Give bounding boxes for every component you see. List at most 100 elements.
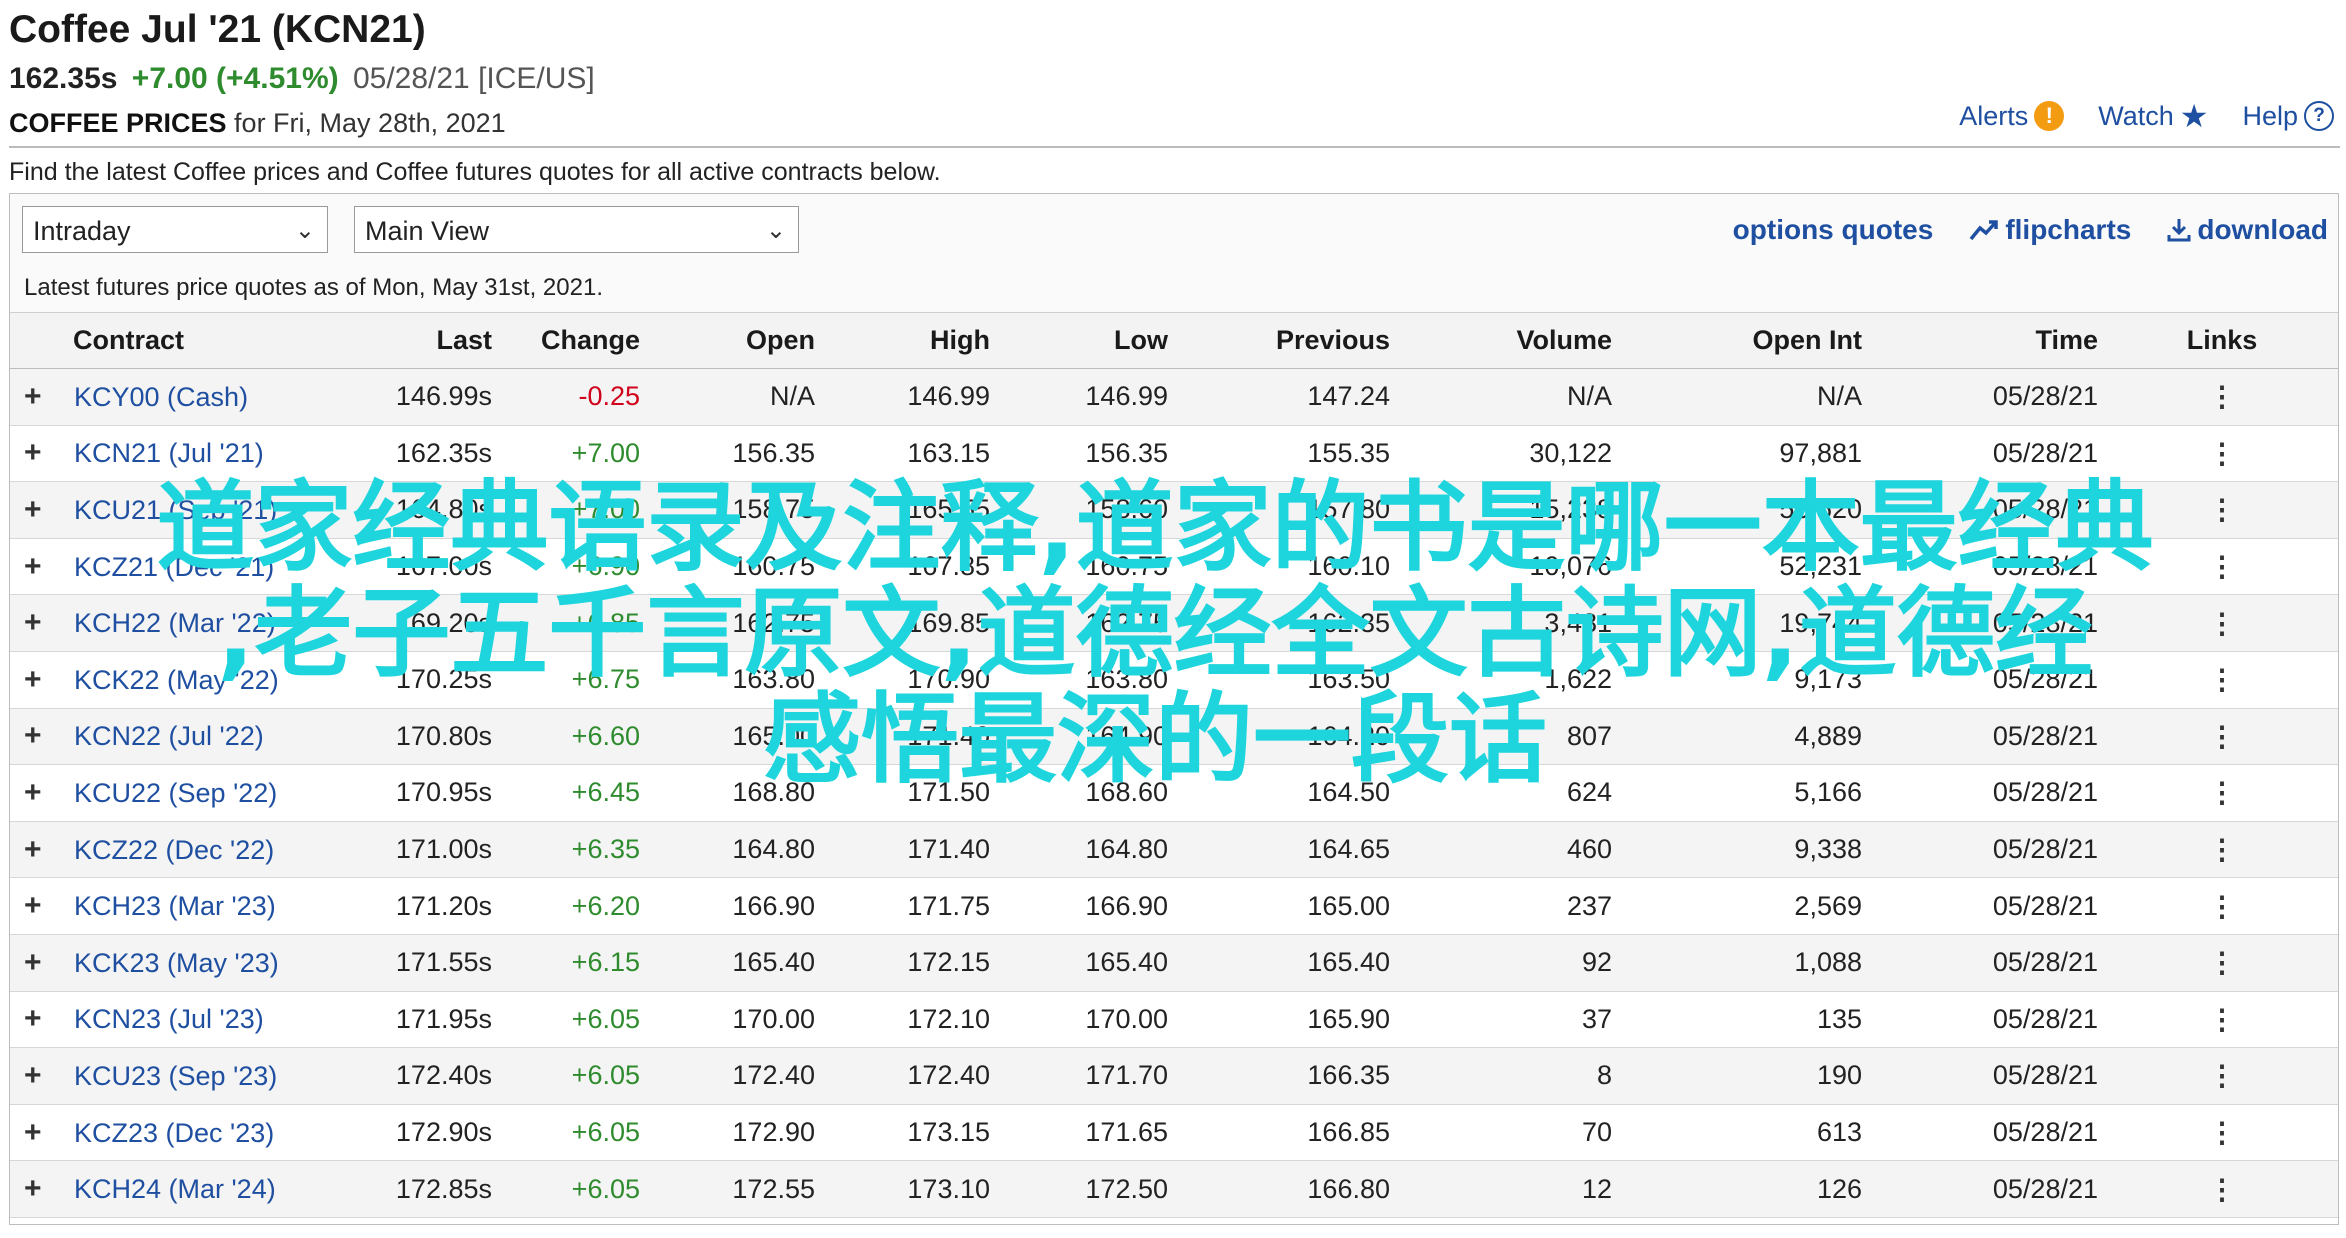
view-select[interactable]: Main View ⌄ <box>354 206 799 253</box>
watch-link[interactable]: Watch ★ <box>2098 100 2208 132</box>
more-options-icon[interactable]: ⋮ <box>2208 381 2236 412</box>
low-cell: 166.90 <box>998 877 1176 935</box>
open-int-cell: 613 <box>1620 1104 1870 1162</box>
low-cell: 146.99 <box>998 368 1176 426</box>
col-volume[interactable]: Volume <box>1398 313 1620 369</box>
open-cell: 170.00 <box>648 991 823 1049</box>
previous-cell: 166.80 <box>1176 1160 1398 1218</box>
contract-link[interactable]: KCN21 (Jul '21) <box>74 438 264 468</box>
high-cell: 173.10 <box>823 1160 998 1218</box>
links-cell: ⋮ <box>2106 821 2338 879</box>
quote-summary: 162.35s +7.00 (+4.51%) 05/28/21 [ICE/US] <box>9 62 595 96</box>
more-options-icon[interactable]: ⋮ <box>2208 1174 2236 1205</box>
last-cell: 172.40s <box>270 1047 500 1105</box>
more-options-icon[interactable]: ⋮ <box>2208 834 2236 865</box>
contract-link[interactable]: KCY00 (Cash) <box>74 382 248 412</box>
low-cell: 171.70 <box>998 1047 1176 1105</box>
divider <box>9 146 2340 148</box>
download-icon <box>2167 219 2191 242</box>
contract-link[interactable]: KCK23 (May '23) <box>74 948 279 978</box>
options-quotes-link[interactable]: options quotes <box>1733 214 1934 246</box>
contract-cell: + KCZ23 (Dec '23) <box>10 1104 274 1162</box>
flipcharts-link[interactable]: flipcharts <box>1969 214 2131 246</box>
volume-cell: 237 <box>1398 877 1620 935</box>
prices-heading: COFFEE PRICES for Fri, May 28th, 2021 <box>9 108 506 139</box>
previous-cell: 166.85 <box>1176 1104 1398 1162</box>
contract-cell: + KCZ22 (Dec '22) <box>10 821 274 879</box>
table-row: + KCH23 (Mar '23) 171.20s +6.20 166.90 171.75… <box>10 877 2338 935</box>
contract-link[interactable]: KCZ22 (Dec '22) <box>74 835 274 865</box>
col-change[interactable]: Change <box>500 313 648 369</box>
interval-select[interactable]: Intraday ⌄ <box>22 206 328 253</box>
overlay-line-2: ,老子五千言原文,道德经全文古诗网,道德经 <box>217 577 2093 691</box>
expand-plus-icon[interactable]: + <box>24 1002 52 1036</box>
more-options-icon[interactable]: ⋮ <box>2208 1117 2236 1148</box>
star-icon: ★ <box>2179 98 2209 134</box>
col-last[interactable]: Last <box>270 313 500 369</box>
more-options-icon[interactable]: ⋮ <box>2208 891 2236 922</box>
col-open-int[interactable]: Open Int <box>1620 313 1870 369</box>
col-open[interactable]: Open <box>648 313 823 369</box>
date-exchange: 05/28/21 [ICE/US] <box>352 62 595 95</box>
help-label: Help <box>2242 100 2298 131</box>
contract-link[interactable]: KCU23 (Sep '23) <box>74 1061 277 1091</box>
contract-link[interactable]: KCH24 (Mar '24) <box>74 1174 276 1204</box>
more-options-icon[interactable]: ⋮ <box>2208 1004 2236 1035</box>
watch-label: Watch <box>2098 100 2174 131</box>
open-int-cell: 9,338 <box>1620 821 1870 879</box>
time-cell: 05/28/21 <box>1870 934 2106 992</box>
volume-cell: 37 <box>1398 991 1620 1049</box>
panel-actions: options quotes flipcharts download <box>1733 214 2328 246</box>
high-cell: 146.99 <box>823 368 998 426</box>
download-link[interactable]: download <box>2167 214 2328 246</box>
flipcharts-label: flipcharts <box>2005 214 2132 245</box>
expand-plus-icon[interactable]: + <box>24 380 52 414</box>
contract-link[interactable]: KCN23 (Jul '23) <box>74 1004 264 1034</box>
expand-plus-icon[interactable]: + <box>24 436 52 470</box>
expand-plus-icon[interactable]: + <box>24 833 52 867</box>
low-cell: 172.50 <box>998 1160 1176 1218</box>
previous-cell: 164.65 <box>1176 821 1398 879</box>
open-cell: 172.90 <box>648 1104 823 1162</box>
high-cell: 172.40 <box>823 1047 998 1105</box>
contract-link[interactable]: KCZ23 (Dec '23) <box>74 1118 274 1148</box>
open-int-cell: 135 <box>1620 991 1870 1049</box>
expand-plus-icon[interactable]: + <box>24 1172 52 1206</box>
low-cell: 164.80 <box>998 821 1176 879</box>
chevron-down-icon: ⌄ <box>294 217 315 244</box>
col-low[interactable]: Low <box>998 313 1176 369</box>
open-cell: 172.40 <box>648 1047 823 1105</box>
more-options-icon[interactable]: ⋮ <box>2208 947 2236 978</box>
more-options-icon[interactable]: ⋮ <box>2208 438 2236 469</box>
open-int-cell: N/A <box>1620 368 1870 426</box>
as-of-note: Latest futures price quotes as of Mon, M… <box>24 274 603 301</box>
alert-icon: ! <box>2034 101 2065 131</box>
table-row: + KCU23 (Sep '23) 172.40s +6.05 172.40 172.40… <box>10 1047 2338 1105</box>
expand-plus-icon[interactable]: + <box>24 889 52 923</box>
overlay-watermark-text: 道家经典语录及注释,道家的书是哪一本最经典 ,老子五千言原文,道德经全文古诗网,… <box>30 475 2280 793</box>
change-cell: +6.05 <box>500 1047 648 1105</box>
high-cell: 172.10 <box>823 991 998 1049</box>
links-cell: ⋮ <box>2106 1160 2338 1218</box>
col-previous[interactable]: Previous <box>1176 313 1398 369</box>
col-high[interactable]: High <box>823 313 998 369</box>
contract-link[interactable]: KCH23 (Mar '23) <box>74 891 276 921</box>
help-link[interactable]: Help ? <box>2242 101 2334 132</box>
table-row: + KCZ22 (Dec '22) 171.00s +6.35 164.80 171.40… <box>10 821 2338 879</box>
download-label: download <box>2197 214 2328 245</box>
expand-plus-icon[interactable]: + <box>24 1116 52 1150</box>
more-options-icon[interactable]: ⋮ <box>2208 1060 2236 1091</box>
last-cell: 171.55s <box>270 934 500 992</box>
alerts-link[interactable]: Alerts ! <box>1959 101 2065 132</box>
col-links: Links <box>2106 313 2338 369</box>
time-cell: 05/28/21 <box>1870 368 2106 426</box>
col-contract[interactable]: Contract <box>10 313 270 369</box>
low-cell: 165.40 <box>998 934 1176 992</box>
table-row: + KCK23 (May '23) 171.55s +6.15 165.40 172.15… <box>10 934 2338 992</box>
expand-plus-icon[interactable]: + <box>24 946 52 980</box>
change-cell: +6.05 <box>500 991 648 1049</box>
expand-plus-icon[interactable]: + <box>24 1059 52 1093</box>
change-cell: +6.15 <box>500 934 648 992</box>
col-time[interactable]: Time <box>1870 313 2106 369</box>
time-cell: 05/28/21 <box>1870 1160 2106 1218</box>
